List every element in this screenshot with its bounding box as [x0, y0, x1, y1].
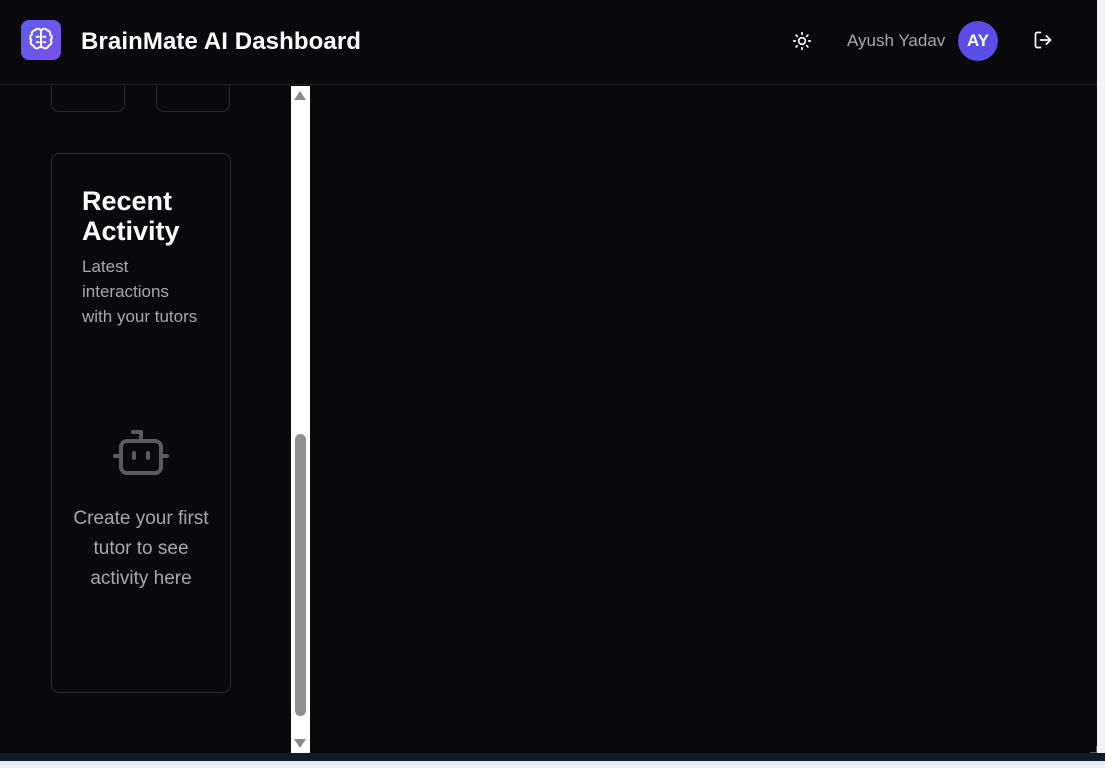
theme-toggle-button[interactable] — [786, 26, 818, 56]
recent-activity-card: Recent Activity Latest interactions with… — [51, 153, 231, 693]
logout-button[interactable] — [1028, 25, 1058, 55]
recent-activity-title: Recent Activity — [82, 186, 180, 246]
stat-card — [51, 86, 125, 112]
scroll-down-arrow-icon[interactable] — [294, 739, 306, 748]
sidebar-scroll-area[interactable]: Recent Activity Latest interactions with… — [0, 86, 291, 753]
bot-icon — [113, 430, 169, 475]
scroll-up-arrow-icon[interactable] — [294, 91, 306, 100]
stat-card — [156, 86, 230, 112]
app-window: BrainMate AI Dashboard Ayush Yadav AY Re… — [0, 0, 1105, 768]
main-content-area — [310, 86, 1097, 753]
avatar[interactable]: AY — [958, 21, 998, 61]
vertical-scrollbar[interactable] — [291, 86, 310, 753]
top-header: BrainMate AI Dashboard Ayush Yadav AY — [0, 0, 1097, 85]
app-title: BrainMate AI Dashboard — [81, 28, 362, 55]
avatar-initials: AY — [966, 31, 990, 50]
resize-grip-icon[interactable] — [1090, 746, 1097, 753]
window-edge — [1097, 0, 1105, 753]
sun-icon — [792, 31, 812, 51]
empty-state-message: Create your first tutor to see activity … — [73, 508, 209, 589]
brain-icon[interactable] — [21, 20, 61, 60]
scrollbar-thumb[interactable] — [295, 434, 306, 716]
logout-icon — [1034, 31, 1052, 49]
recent-activity-subtitle: Latest interactions with your tutors — [82, 257, 198, 326]
taskbar-strip — [0, 753, 1105, 768]
user-name: Ayush Yadav — [847, 31, 946, 50]
